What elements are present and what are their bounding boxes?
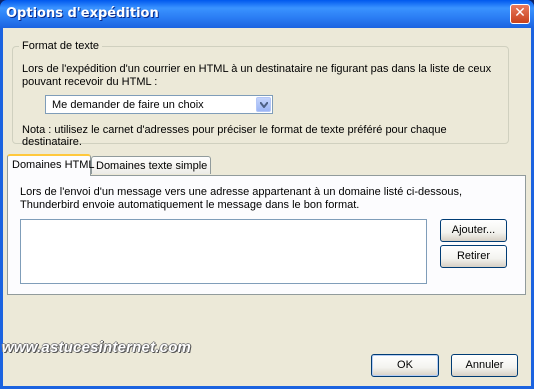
- site-watermark: www.astucesinternet.com: [2, 339, 192, 356]
- html-domains-description: Lors de l'envoi d'un message vers une ad…: [20, 186, 463, 211]
- add-domain-button[interactable]: Ajouter...: [440, 219, 507, 242]
- html-domains-panel: Lors de l'envoi d'un message vers une ad…: [7, 175, 526, 295]
- window-title: Options d'expédition: [6, 6, 159, 21]
- tab-html-domains[interactable]: Domaines HTML: [7, 154, 95, 176]
- domain-tabs: Domaines HTML Domaines texte simple: [7, 154, 527, 176]
- chevron-down-icon[interactable]: [256, 97, 271, 112]
- send-format-select[interactable]: Me demander de faire un choix: [45, 95, 273, 114]
- options-dialog: Options d'expédition ✕ Format de texte L…: [0, 0, 534, 389]
- domain-list[interactable]: [20, 219, 427, 284]
- title-bar[interactable]: Options d'expédition ✕: [0, 0, 534, 28]
- dialog-body: Format de texte Lors de l'expédition d'u…: [3, 28, 531, 386]
- send-format-value: Me demander de faire un choix: [52, 99, 204, 111]
- tab-plain-text-domains[interactable]: Domaines texte simple: [91, 156, 211, 174]
- remove-domain-button[interactable]: Retirer: [440, 245, 507, 268]
- address-book-note: Nota : utilisez le carnet d'adresses pou…: [22, 124, 447, 148]
- close-button[interactable]: ✕: [510, 4, 530, 24]
- cancel-button[interactable]: Annuler: [451, 354, 518, 377]
- text-format-legend: Format de texte: [22, 40, 100, 52]
- text-format-description: Lors de l'expédition d'un courrier en HT…: [22, 63, 492, 88]
- text-format-group: Format de texte Lors de l'expédition d'u…: [12, 40, 509, 148]
- ok-button[interactable]: OK: [371, 354, 439, 377]
